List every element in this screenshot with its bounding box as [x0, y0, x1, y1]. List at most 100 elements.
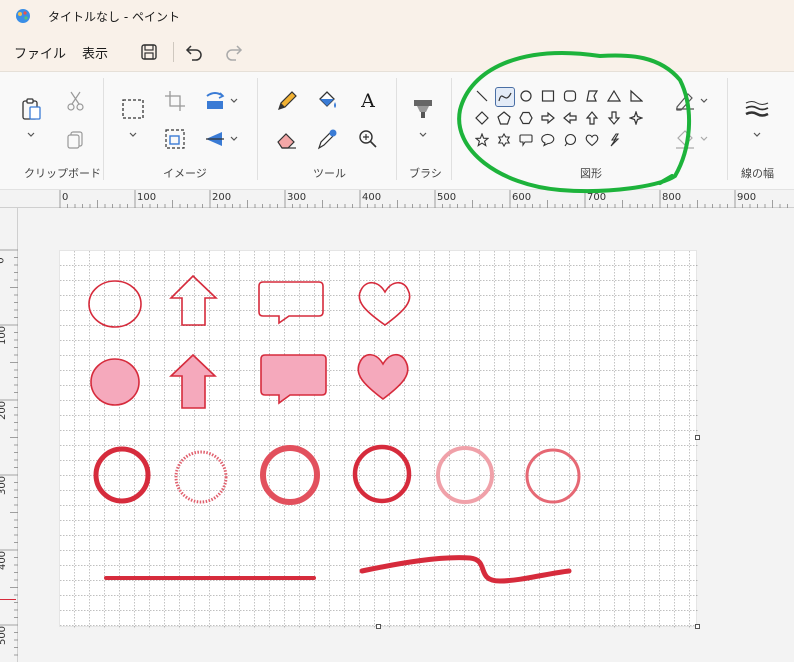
shape-five-point-star[interactable]	[473, 131, 493, 151]
select-icon[interactable]	[120, 96, 146, 122]
shape-rect-callout[interactable]	[517, 131, 537, 151]
shape-oval-callout[interactable]	[539, 131, 559, 151]
ruler-h-label: 100	[137, 192, 157, 203]
rotate-icon[interactable]	[202, 88, 228, 114]
paint-app-icon	[16, 9, 30, 23]
shape-up-arrow[interactable]	[583, 109, 603, 129]
ruler-v-label: 300	[0, 475, 9, 496]
ruler-v-label: 100	[0, 325, 9, 346]
stroke-width-icon[interactable]	[744, 96, 770, 122]
canvas-resize-handle-corner[interactable]	[695, 624, 700, 629]
menu-file[interactable]: ファイル	[14, 43, 66, 62]
paste-chevron-down-icon[interactable]	[26, 130, 36, 140]
vertical-ruler-ticks	[0, 249, 18, 656]
shape-line[interactable]	[473, 87, 493, 107]
shape-triangle[interactable]	[605, 87, 625, 107]
color-picker-icon[interactable]	[314, 126, 340, 152]
flip-icon[interactable]	[202, 126, 228, 152]
outline-chevron-down-icon[interactable]	[699, 96, 709, 106]
drawing-canvas[interactable]	[59, 250, 698, 628]
shape-hexagon[interactable]	[517, 109, 537, 129]
brush-icon[interactable]	[410, 96, 436, 122]
shape-heart[interactable]	[583, 131, 603, 151]
crop-icon[interactable]	[162, 88, 188, 114]
shape-cloud-callout[interactable]	[561, 131, 581, 151]
four-point-star-icon	[629, 111, 643, 125]
ruler-v-label: 200	[0, 400, 9, 421]
ruler-h-label: 0	[62, 192, 69, 203]
rounded-rectangle-icon	[563, 90, 577, 102]
menu-view[interactable]: 表示	[82, 43, 108, 62]
ruler-h-label: 600	[512, 192, 532, 203]
group-separator	[396, 78, 397, 180]
paste-icon[interactable]	[18, 96, 44, 122]
vertical-ruler: 0 100 200 300 400 500	[0, 208, 18, 662]
down-arrow-icon	[607, 111, 621, 125]
ruler-v-label: 400	[0, 550, 9, 571]
menu-separator	[173, 42, 174, 62]
flip-chevron-down-icon[interactable]	[229, 134, 239, 144]
gridlines	[60, 251, 698, 628]
shape-left-arrow[interactable]	[561, 109, 581, 129]
shape-right-arrow[interactable]	[539, 109, 559, 129]
shape-down-arrow[interactable]	[605, 109, 625, 129]
stroke-chevron-down-icon[interactable]	[752, 130, 762, 140]
save-icon[interactable]	[137, 40, 161, 64]
shape-rectangle[interactable]	[539, 87, 559, 107]
pencil-icon[interactable]	[274, 88, 300, 114]
shape-four-point-star[interactable]	[627, 109, 647, 129]
tools-group-label: ツール	[313, 167, 346, 180]
redo-icon[interactable]	[222, 40, 246, 64]
six-point-star-icon	[497, 133, 511, 147]
brush-chevron-down-icon[interactable]	[418, 130, 428, 140]
right-triangle-icon	[630, 89, 643, 102]
menu-bar: ファイル 表示	[0, 32, 794, 72]
line-icon	[476, 90, 488, 102]
cut-icon[interactable]	[63, 88, 89, 114]
eraser-icon[interactable]	[274, 126, 300, 152]
select-chevron-down-icon[interactable]	[128, 130, 138, 140]
polygon-icon	[586, 90, 599, 102]
text-tool-icon[interactable]: A	[355, 88, 381, 114]
right-arrow-icon	[541, 111, 555, 125]
canvas-resize-handle-bottom[interactable]	[376, 624, 381, 629]
shape-pentagon[interactable]	[495, 109, 515, 129]
rect-callout-filled[interactable]	[260, 354, 327, 405]
shape-oval[interactable]	[517, 87, 537, 107]
canvas-drawing	[60, 251, 698, 628]
title-bar: タイトルなし - ペイント	[0, 0, 794, 32]
shape-right-triangle[interactable]	[627, 87, 647, 107]
ruler-v-label: 0	[0, 257, 7, 263]
heart-icon	[585, 134, 599, 147]
window-title: タイトルなし - ペイント	[48, 10, 180, 24]
shape-six-point-star[interactable]	[495, 131, 515, 151]
magnifier-icon[interactable]	[355, 126, 381, 152]
resize-icon[interactable]	[162, 126, 188, 152]
undo-icon[interactable]	[182, 40, 206, 64]
shape-rounded-rectangle[interactable]	[561, 87, 581, 107]
shape-diamond[interactable]	[473, 109, 493, 129]
diamond-icon	[475, 111, 489, 125]
ruler-h-label: 800	[662, 192, 682, 203]
fill-chevron-down-icon[interactable]	[699, 134, 709, 144]
fill-bucket-icon[interactable]	[314, 88, 340, 114]
shape-polygon[interactable]	[583, 87, 603, 107]
group-separator	[103, 78, 104, 180]
five-point-star-icon	[475, 133, 489, 147]
oval-callout-icon	[541, 133, 555, 147]
canvas-resize-handle-right[interactable]	[695, 435, 700, 440]
shape-fill-icon[interactable]	[672, 126, 698, 152]
outline-icon[interactable]	[672, 88, 698, 114]
oval-filled[interactable]	[90, 358, 140, 406]
group-separator	[451, 78, 452, 180]
cursor-position-marker	[0, 599, 16, 600]
ruler-v-label: 500	[0, 625, 9, 646]
ruler-h-label: 200	[212, 192, 232, 203]
triangle-icon	[607, 89, 621, 102]
shape-lightning[interactable]	[605, 131, 625, 151]
lightning-icon	[610, 133, 620, 147]
rotate-chevron-down-icon[interactable]	[229, 96, 239, 106]
copy-icon[interactable]	[63, 126, 89, 152]
shape-curve[interactable]	[495, 87, 515, 107]
group-separator	[727, 78, 728, 180]
